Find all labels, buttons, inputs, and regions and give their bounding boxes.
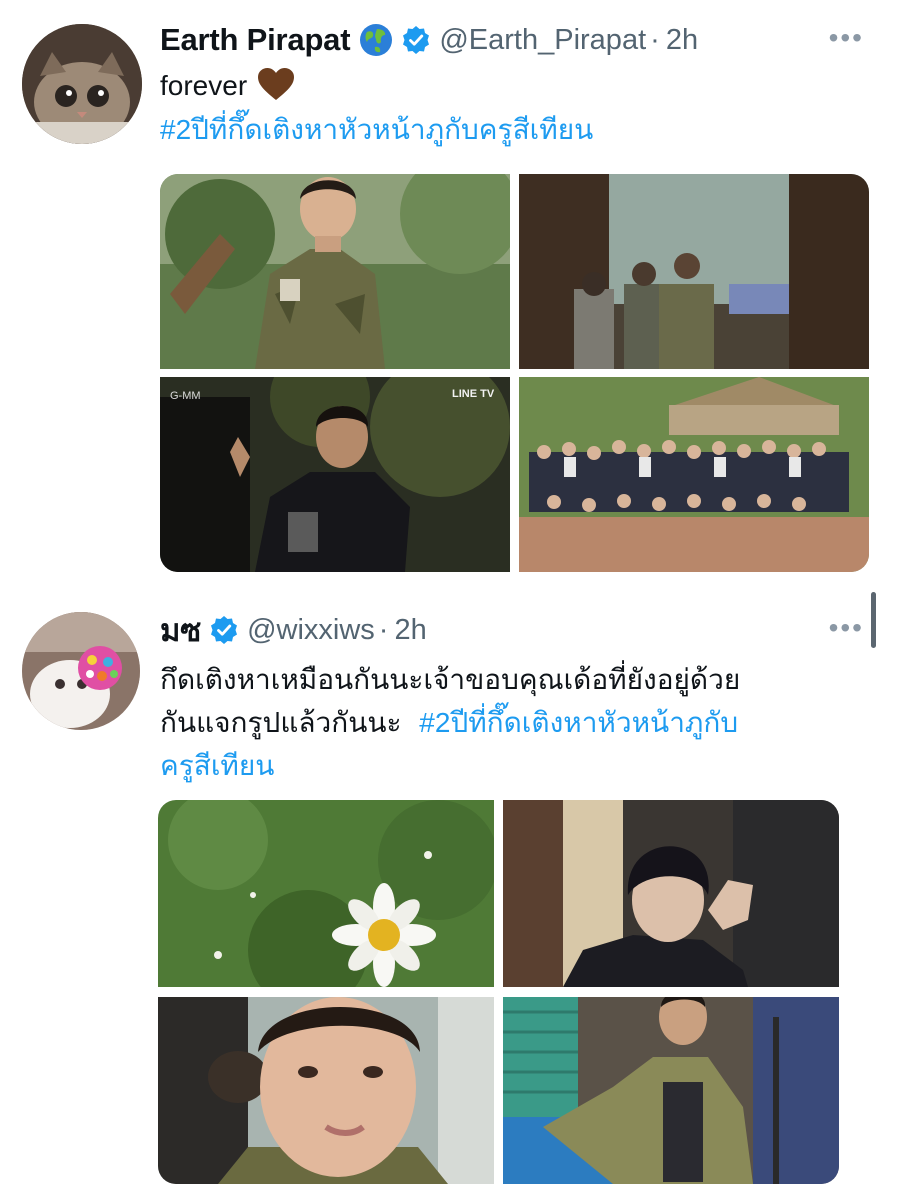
timestamp[interactable]: 2h: [666, 24, 698, 57]
display-name[interactable]: มซ: [160, 605, 201, 655]
linetv-watermark: LINE TV: [452, 388, 495, 400]
media-photo-forest-crew[interactable]: [519, 174, 869, 369]
media-photo-night-action[interactable]: G-MM LINE TV: [160, 347, 510, 572]
separator-dot: ·: [650, 23, 660, 56]
cat-flowers-avatar-image: [22, 612, 140, 730]
media-grid: G-MM LINE TV: [160, 174, 869, 572]
hashtag-link[interactable]: #2ปีที่กึ๊ดเติงหาหัวหน้าภูกับครูสีเทียน: [160, 108, 593, 151]
display-name[interactable]: Earth Pirapat: [160, 22, 351, 58]
tweet-text-line-2-content: กันแจกรูปแล้วกันนะ: [160, 707, 402, 738]
brown-heart-emoji-icon: [257, 67, 295, 101]
hashtag-link-continued[interactable]: ครูสีเทียน: [160, 744, 840, 787]
more-options-icon[interactable]: •••: [829, 22, 864, 54]
tweet-text-content: forever: [160, 70, 248, 101]
avatar[interactable]: [22, 612, 140, 730]
globe-emoji-icon: [359, 23, 393, 57]
tweet-text-line-2: กันแจกรูปแล้วกันนะ #2ปีที่กึ๊ดเติงหาหัวห…: [160, 701, 840, 744]
media-photo-portrait-hand[interactable]: [503, 800, 839, 987]
verified-badge-icon: [401, 25, 431, 55]
separator-dot: ·: [378, 613, 389, 646]
cat-avatar-image: [22, 24, 142, 144]
gmm-watermark: G-MM: [170, 390, 201, 402]
media-photo-jacket-sitting[interactable]: [503, 989, 839, 1184]
tweet-header: มซ @wixxiws · 2h: [160, 610, 427, 650]
tweet-header: Earth Pirapat @Earth_Pirapat · 2h: [160, 20, 698, 60]
media-photo-soldier-smiling[interactable]: [160, 174, 520, 369]
avatar[interactable]: [22, 24, 142, 144]
handle[interactable]: @wixxiws: [247, 614, 375, 647]
media-grid: [158, 800, 839, 1184]
timestamp[interactable]: 2h: [394, 614, 426, 647]
tweet-wixxiws[interactable]: มซ @wixxiws · 2h ••• กึดเติงหาเหมือนกันน…: [0, 590, 900, 1200]
tweet-text: กึดเติงหาเหมือนกันนะเจ้าขอบคุณเด้อที่ยัง…: [160, 658, 840, 787]
media-photo-white-flower[interactable]: [158, 800, 498, 1010]
verified-badge-icon: [209, 615, 239, 645]
more-options-icon[interactable]: •••: [829, 612, 864, 644]
scrollbar[interactable]: [871, 592, 876, 648]
tweet-text: forever: [160, 64, 295, 107]
hashtag-link[interactable]: #2ปีที่กึ๊ดเติงหาหัวหน้าภูกับ: [419, 707, 738, 738]
media-photo-group-cast[interactable]: [519, 377, 869, 572]
media-photo-selfie[interactable]: [158, 997, 494, 1184]
handle[interactable]: @Earth_Pirapat: [439, 24, 646, 57]
tweet-text-line-1: กึดเติงหาเหมือนกันนะเจ้าขอบคุณเด้อที่ยัง…: [160, 664, 741, 695]
tweet-earth-pirapat[interactable]: Earth Pirapat @Earth_Pirapat · 2h ••• fo…: [0, 0, 900, 590]
